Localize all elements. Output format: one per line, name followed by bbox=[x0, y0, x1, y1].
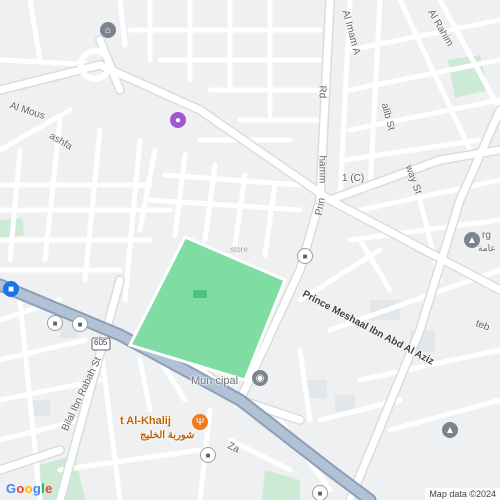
bus-icon-4[interactable]: ■ bbox=[200, 447, 216, 463]
bus-icon-2[interactable]: ■ bbox=[47, 315, 63, 331]
museum-icon[interactable]: ⌂ bbox=[100, 22, 116, 38]
map-base-layer bbox=[0, 0, 500, 500]
label-one-c: 1 (C) bbox=[342, 173, 365, 184]
government-icon[interactable]: ◉ bbox=[252, 370, 268, 386]
label-rg: rg bbox=[482, 230, 491, 241]
mosque-icon[interactable]: ▲ bbox=[464, 232, 480, 248]
label-ar-amma: عامة bbox=[478, 243, 496, 253]
shopping-icon[interactable]: ● bbox=[170, 112, 186, 128]
label-hamm: hamm bbox=[316, 155, 328, 184]
google-logo: Google bbox=[6, 481, 53, 496]
label-al-khalij-ar: شوربة الخليج bbox=[140, 430, 195, 441]
map-attribution[interactable]: Map data ©2024 bbox=[425, 488, 500, 500]
label-store: store bbox=[230, 245, 248, 254]
bus-icon[interactable]: ■ bbox=[297, 248, 313, 264]
restaurant-icon[interactable]: Ψ bbox=[192, 414, 208, 430]
bus-icon-3[interactable]: ■ bbox=[72, 316, 88, 332]
lock-icon[interactable]: ■ bbox=[3, 281, 19, 297]
label-al-khalij: t Al-Khalij bbox=[120, 415, 171, 427]
label-rd: Rd bbox=[316, 85, 328, 99]
mosque-icon-2[interactable]: ▲ bbox=[442, 422, 458, 438]
label-municipal: Mun cipal bbox=[191, 375, 239, 387]
bus-icon-5[interactable]: ■ bbox=[312, 485, 328, 500]
map-canvas[interactable]: 605 Al Imam A Al Rahim Al Mous ashfa Rd … bbox=[0, 0, 500, 500]
route-shield: 605 bbox=[94, 338, 108, 347]
